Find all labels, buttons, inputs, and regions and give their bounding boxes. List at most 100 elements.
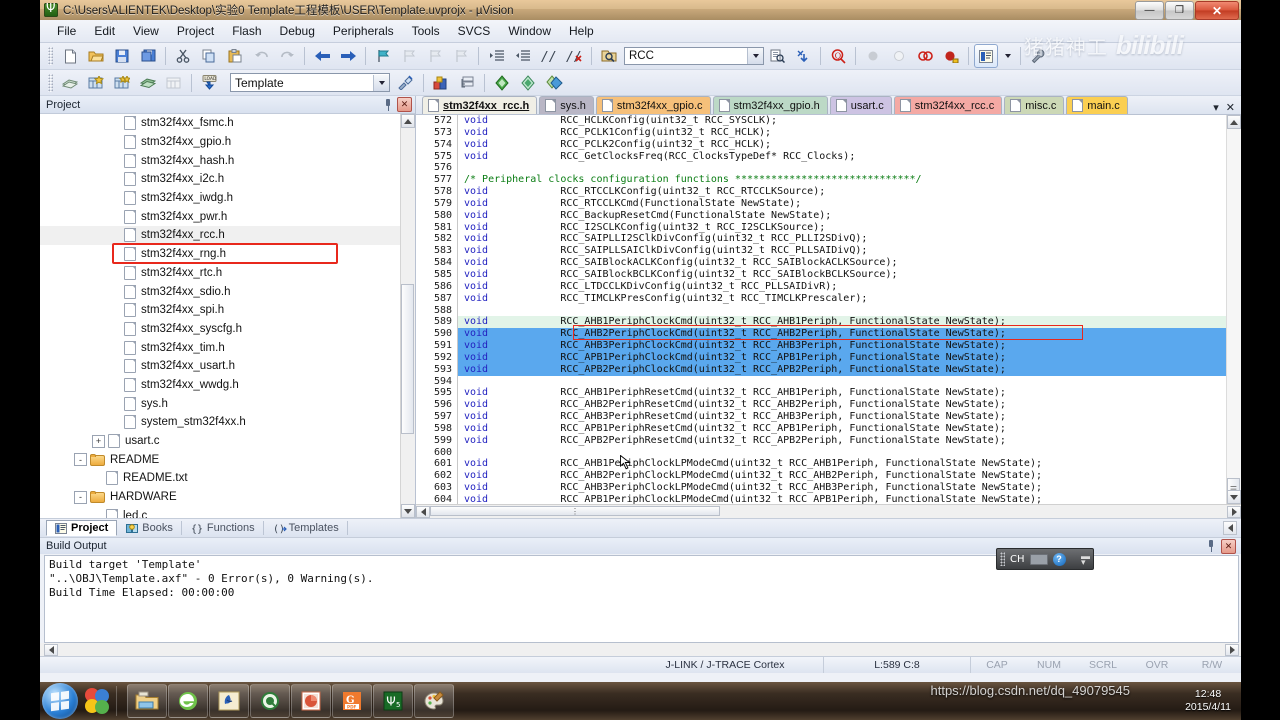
tree-item-stm32f4xx-gpio-h[interactable]: stm32f4xx_gpio.h (40, 133, 401, 152)
minimize-button[interactable]: — (1135, 1, 1164, 20)
code-line[interactable] (458, 447, 1241, 459)
tab-stm32f4xx-rcc-c[interactable]: stm32f4xx_rcc.c (893, 96, 1003, 114)
editor-horizontal-scrollbar[interactable]: ⋮ (416, 504, 1241, 518)
code-line[interactable]: void RCC_I2SCLKConfig(uint32_t RCC_I2SCL… (458, 222, 1241, 234)
manage-project-items-icon[interactable] (429, 71, 453, 95)
scroll-left-button[interactable] (416, 505, 430, 518)
code-line[interactable]: void RCC_AHB2PeriphClockCmd(uint32_t RCC… (458, 328, 1241, 341)
close-icon[interactable]: ✕ (1226, 101, 1235, 114)
uncomment-icon[interactable]: // (562, 44, 586, 68)
code-line[interactable]: void RCC_APB2PeriphResetCmd(uint32_t RCC… (458, 435, 1241, 447)
tree-item-stm32f4xx-sdio-h[interactable]: stm32f4xx_sdio.h (40, 282, 401, 301)
manage-packs-icon[interactable] (542, 71, 566, 95)
menu-tools[interactable]: Tools (403, 22, 449, 40)
code-line[interactable]: void RCC_APB1PeriphClockLPModeCmd(uint32… (458, 494, 1241, 504)
code-line[interactable]: void RCC_PCLK2Config(uint32_t RCC_HCLK); (458, 139, 1241, 151)
breakpoint-disable-all-icon[interactable] (939, 44, 963, 68)
target-options-icon[interactable] (394, 71, 418, 95)
code-line[interactable]: void RCC_PCLK1Config(uint32_t RCC_HCLK); (458, 127, 1241, 139)
ime-language-label[interactable]: CH (1010, 554, 1025, 565)
target-select-value[interactable]: Template (235, 76, 284, 90)
expand-icon[interactable]: + (92, 434, 105, 448)
code-line[interactable] (458, 162, 1241, 174)
tree-item-stm32f4xx-hash-h[interactable]: stm32f4xx_hash.h (40, 151, 401, 170)
code-line[interactable]: void RCC_SAIBlockACLKConfig(uint32_t RCC… (458, 257, 1241, 269)
pane-tab-books[interactable]: Books (118, 521, 182, 535)
tab-usart-c[interactable]: usart.c (829, 96, 892, 114)
indent-icon[interactable] (484, 44, 508, 68)
navigate-back-icon[interactable] (310, 44, 334, 68)
comment-icon[interactable]: // (536, 44, 560, 68)
tab-sys-h[interactable]: sys.h (539, 96, 594, 114)
ime-language-bar[interactable]: CH ? ▬ ▾ (996, 548, 1094, 570)
tree-item-stm32f4xx-usart-h[interactable]: stm32f4xx_usart.h (40, 357, 401, 376)
project-tree-scrollbar[interactable] (400, 114, 415, 518)
paint-icon[interactable] (414, 684, 454, 718)
scroll-thumb[interactable] (401, 284, 414, 434)
code-line[interactable]: void RCC_APB1PeriphClockCmd(uint32_t RCC… (458, 351, 1241, 364)
code-line[interactable]: void RCC_AHB1PeriphClockLPModeCmd(uint32… (458, 458, 1241, 470)
menu-view[interactable]: View (124, 22, 168, 40)
code-line[interactable] (458, 305, 1241, 317)
tab-misc-c[interactable]: misc.c (1004, 96, 1065, 114)
code-line[interactable]: void RCC_SAIPLLSAIClkDivConfig(uint32_t … (458, 245, 1241, 257)
code-line[interactable]: void RCC_AHB3PeriphClockCmd(uint32_t RCC… (458, 340, 1241, 352)
code-line[interactable]: /* Peripheral clocks configuration funct… (458, 174, 1241, 186)
navigate-forward-icon[interactable] (336, 44, 360, 68)
menu-window[interactable]: Window (499, 22, 560, 40)
close-icon[interactable]: ✕ (1221, 538, 1236, 554)
chevron-down-icon[interactable] (747, 48, 763, 64)
breakpoint-kill-all-icon[interactable] (913, 44, 937, 68)
code-line[interactable]: void RCC_BackupResetCmd(FunctionalState … (458, 210, 1241, 222)
pdf-icon[interactable]: G PDF (332, 684, 372, 718)
tree-item-stm32f4xx-tim-h[interactable]: stm32f4xx_tim.h (40, 338, 401, 357)
code-editor[interactable]: 572 573 574 575 576 577 578 579 580 581 582 583 584 5… (416, 115, 1241, 504)
pane-tabs-scroll-left[interactable] (1223, 521, 1237, 535)
scroll-right-button[interactable] (1227, 505, 1241, 518)
project-window-dropdown-icon[interactable] (1000, 44, 1015, 68)
build-output-hscrollbar[interactable] (40, 643, 1241, 656)
foxmail-icon[interactable] (209, 684, 249, 718)
windows-start-icon[interactable] (42, 683, 78, 719)
tab-stm32f4xx-gpio-c[interactable]: stm32f4xx_gpio.c (595, 96, 711, 114)
tree-item-sys-h[interactable]: sys.h (40, 394, 401, 413)
code-lines[interactable]: void RCC_HCLKConfig(uint32_t RCC_SYSCLK)… (458, 115, 1241, 504)
scroll-right-button[interactable] (1225, 643, 1239, 656)
tree-item-stm32f4xx-i2c-h[interactable]: stm32f4xx_i2c.h (40, 170, 401, 189)
download-icon[interactable]: LOAD (197, 71, 223, 95)
outdent-icon[interactable] (510, 44, 534, 68)
tree-item-readme-txt[interactable]: README.txt (40, 469, 401, 488)
find-in-files-icon[interactable] (597, 44, 621, 68)
pane-tab-templates[interactable]: () Templates (265, 521, 348, 535)
code-line[interactable]: void RCC_APB2PeriphClockCmd(uint32_t RCC… (458, 363, 1241, 376)
tree-item-readme[interactable]: - README (40, 450, 401, 469)
code-line[interactable]: void RCC_AHB1PeriphResetCmd(uint32_t RCC… (458, 387, 1241, 399)
tree-item-stm32f4xx-spi-h[interactable]: stm32f4xx_spi.h (40, 301, 401, 320)
translate-icon[interactable] (58, 71, 82, 95)
target-combobox[interactable]: Template (230, 73, 390, 92)
tab-stm32f4xx-rcc-h[interactable]: stm32f4xx_rcc.h (422, 96, 538, 114)
new-file-icon[interactable] (58, 44, 82, 68)
build-icon[interactable] (84, 71, 108, 95)
tree-item-led-c[interactable]: led.c (40, 506, 401, 518)
360-browser-icon[interactable] (250, 684, 290, 718)
code-line[interactable]: void RCC_LTDCCLKDivConfig(uint32_t RCC_P… (458, 281, 1241, 293)
browse-symbol-icon[interactable]: Q (826, 44, 850, 68)
paste-icon[interactable] (223, 44, 247, 68)
code-line[interactable]: void RCC_SAIPLLI2SClkDivConfig(uint32_t … (458, 233, 1241, 245)
help-icon[interactable]: ? (1052, 552, 1066, 566)
explorer-icon[interactable] (127, 684, 167, 718)
scroll-down-button[interactable] (1227, 490, 1241, 504)
tree-item-stm32f4xx-syscfg-h[interactable]: stm32f4xx_syscfg.h (40, 320, 401, 339)
rebuild-icon[interactable] (110, 71, 134, 95)
tree-item-system-stm32f4xx-h[interactable]: system_stm32f4xx.h (40, 413, 401, 432)
code-line[interactable]: void RCC_RTCCLKCmd(FunctionalState NewSt… (458, 198, 1241, 210)
pack-installer-icon[interactable] (490, 71, 514, 95)
pane-tab-functions[interactable]: {} Functions (183, 521, 264, 535)
pin-icon[interactable] (383, 98, 393, 111)
scroll-up-button[interactable] (401, 114, 415, 128)
close-icon[interactable]: ✕ (397, 97, 412, 112)
close-button[interactable]: ✕ (1195, 1, 1239, 20)
tree-item-stm32f4xx-rng-h[interactable]: stm32f4xx_rng.h (40, 245, 401, 264)
pin-icon[interactable] (1206, 540, 1216, 552)
